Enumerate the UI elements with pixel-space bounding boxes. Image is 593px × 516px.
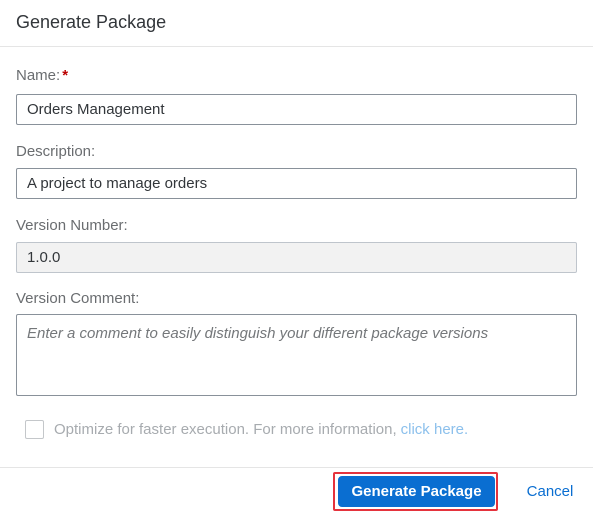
optimize-row: Optimize for faster execution. For more … (25, 418, 468, 440)
version-comment-field[interactable] (16, 314, 577, 396)
optimize-text: Optimize for faster execution. For more … (54, 420, 397, 438)
cancel-button[interactable]: Cancel (516, 476, 584, 507)
version-number-label: Version Number: (16, 217, 128, 234)
generate-package-dialog: Generate Package Name:* Description: Ver… (0, 0, 593, 516)
name-label-text: Name: (16, 67, 61, 84)
name-field[interactable] (16, 94, 577, 125)
name-label: Name: * (16, 67, 68, 84)
optimize-checkbox[interactable] (25, 419, 44, 439)
dialog-footer (0, 467, 593, 516)
description-field[interactable] (16, 168, 577, 199)
description-label: Description: (16, 143, 96, 160)
dialog-header: Generate Package (0, 0, 593, 47)
name-input[interactable] (17, 95, 576, 124)
version-number-input (17, 243, 576, 272)
version-comment-label: Version Comment: (16, 290, 140, 307)
version-comment-textarea[interactable] (17, 315, 576, 395)
description-input[interactable] (17, 169, 576, 198)
optimize-info-link[interactable]: click here. (401, 421, 469, 438)
version-number-field (16, 242, 577, 273)
generate-package-button[interactable]: Generate Package (338, 476, 495, 507)
required-marker: * (62, 67, 69, 84)
dialog-title: Generate Package (16, 12, 167, 32)
